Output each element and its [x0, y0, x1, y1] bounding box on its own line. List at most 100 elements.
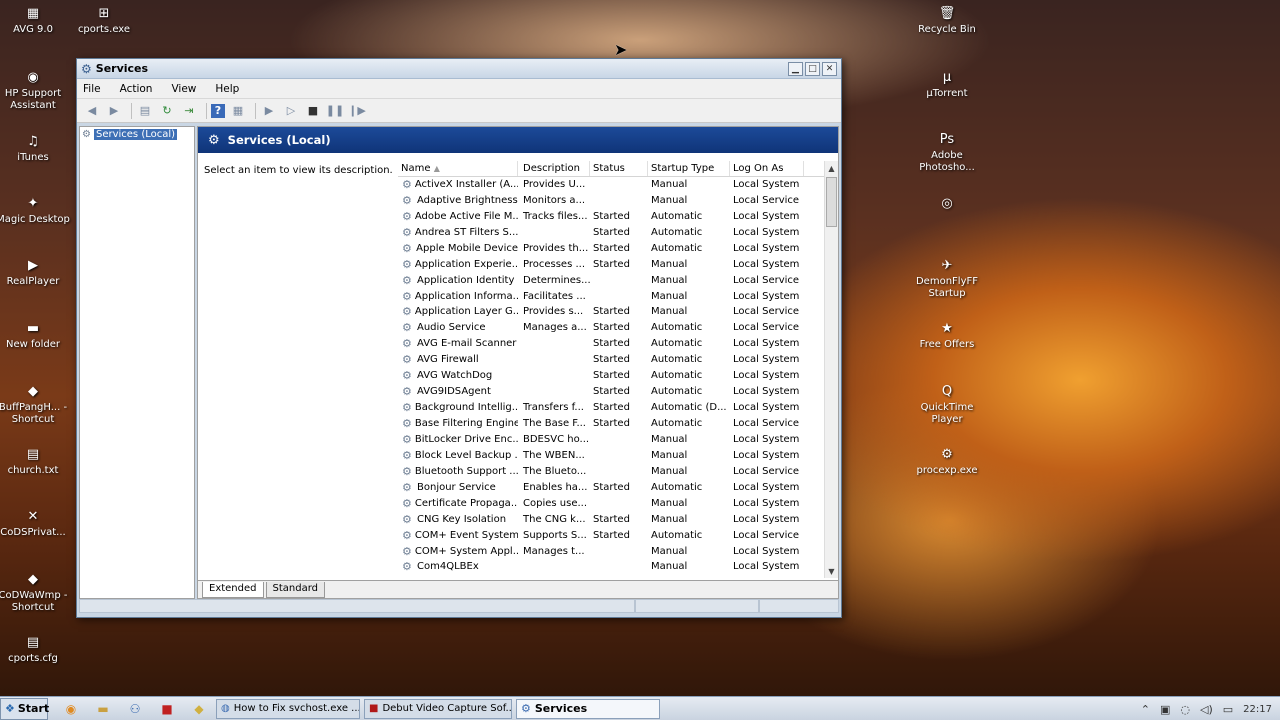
desktop-icon[interactable]: ◉ HP Support Assistant: [0, 70, 70, 112]
table-row[interactable]: ⚙ Certificate Propaga... Copies use... Manu…: [398, 496, 838, 512]
table-row[interactable]: ⚙ AVG E-mail Scanner Started Automatic Local…: [398, 336, 838, 352]
desktop-icon[interactable]: ✦ Magic Desktop: [0, 196, 70, 226]
table-row[interactable]: ⚙ Bonjour Service Enables ha... Started Auto…: [398, 480, 838, 496]
desktop-icon[interactable]: ★ Free Offers: [910, 321, 984, 351]
table-row[interactable]: ⚙ ActiveX Installer (A... Provides U... Man…: [398, 177, 838, 193]
desktop-icon[interactable]: ◎: [910, 196, 984, 214]
itunes-icon: ♫: [27, 134, 39, 149]
table-row[interactable]: ⚙ CNG Key Isolation The CNG k... Started Man…: [398, 512, 838, 528]
help-icon[interactable]: ?: [211, 103, 225, 118]
desktop-icon[interactable]: ⊞ cports.exe: [67, 6, 141, 36]
desktop-icon[interactable]: ✈ DemonFlyFF Startup: [910, 258, 984, 300]
desktop-icon[interactable]: µ µTorrent: [910, 70, 984, 100]
quicklaunch-media-icon[interactable]: ◉: [62, 700, 80, 718]
menu-action[interactable]: Action: [120, 83, 153, 95]
taskbar-button[interactable]: ■ Debut Video Capture Sof...: [364, 698, 512, 719]
quicklaunch-record-icon[interactable]: ■: [158, 700, 176, 718]
quicklaunch-app-icon[interactable]: ◆: [190, 700, 208, 718]
quicklaunch-folder-icon[interactable]: ▬: [94, 700, 112, 718]
table-row[interactable]: ⚙ Application Informa... Facilitates ... Ma…: [398, 289, 838, 305]
desktop-icon[interactable]: ▬ New folder: [0, 321, 70, 351]
cell-log-on-as: Local System: [733, 370, 800, 382]
desktop-icon[interactable]: ▶ RealPlayer: [0, 258, 70, 288]
resume-service-icon[interactable]: ▷: [282, 103, 300, 119]
close-button[interactable]: ✕: [822, 61, 837, 76]
table-row[interactable]: ⚙ Application Identity Determines... Manual…: [398, 273, 838, 289]
desktop-icon[interactable]: Q QuickTime Player: [910, 384, 984, 426]
volume-icon[interactable]: ◁): [1200, 703, 1213, 716]
desktop-icon[interactable]: ▤ church.txt: [0, 447, 70, 477]
title-bar[interactable]: ⚙ Services ▁ □ ✕: [77, 59, 841, 79]
power-icon[interactable]: ▭: [1223, 703, 1233, 716]
minimize-button[interactable]: ▁: [788, 61, 803, 76]
cell-status: Started: [593, 210, 630, 222]
table-row[interactable]: ⚙ BitLocker Drive Enc... BDESVC ho... Manua…: [398, 432, 838, 448]
menu-file[interactable]: File: [83, 83, 101, 95]
stop-service-icon[interactable]: ■: [304, 103, 322, 119]
export-list-icon[interactable]: ⇥: [180, 103, 198, 119]
taskbar-button[interactable]: ◍ How to Fix svchost.exe ...: [216, 698, 360, 719]
back-icon[interactable]: ◀: [83, 103, 101, 119]
cell-startup-type: Manual: [651, 178, 688, 190]
column-header-name[interactable]: Name ▲: [398, 161, 518, 176]
service-name: Com4QLBEx: [417, 561, 479, 573]
tab-extended[interactable]: Extended: [202, 582, 264, 598]
table-row[interactable]: ⚙ Audio Service Manages a... Started Automat…: [398, 320, 838, 336]
table-row[interactable]: ⚙ Background Intellig... Transfers f... Sta…: [398, 400, 838, 416]
network-icon[interactable]: ▣: [1160, 703, 1170, 716]
show-hide-tree-icon[interactable]: ▤: [136, 103, 154, 119]
table-row[interactable]: ⚙ Adaptive Brightness Monitors a... Manual L…: [398, 193, 838, 209]
tree-item-services-local[interactable]: ⚙ Services (Local): [82, 129, 192, 140]
clock[interactable]: 22:17: [1243, 704, 1272, 715]
table-row[interactable]: ⚙ Application Layer G... Provides s... Star…: [398, 305, 838, 321]
wifi-icon[interactable]: ◌: [1180, 703, 1190, 716]
column-header-log-on-as[interactable]: Log On As: [730, 161, 804, 176]
desktop-icon[interactable]: 🗑 Recycle Bin: [910, 6, 984, 36]
start-service-icon[interactable]: ▶: [260, 103, 278, 119]
table-row[interactable]: ⚙ Adobe Active File M... Tracks files... St…: [398, 209, 838, 225]
column-header-status[interactable]: Status: [590, 161, 648, 176]
quicklaunch-users-icon[interactable]: ⚇: [126, 700, 144, 718]
table-row[interactable]: ⚙ Com4QLBEx Manual Local System: [398, 560, 838, 576]
table-row[interactable]: ⚙ COM+ System Appl... Manages t... Manual Lo…: [398, 544, 838, 560]
column-header-description[interactable]: Description: [518, 161, 590, 176]
tab-standard[interactable]: Standard: [265, 582, 325, 598]
scroll-up-icon[interactable]: ▲: [825, 161, 838, 175]
desktop-icon[interactable]: ✕ CoDSPrivat...: [0, 509, 70, 539]
desktop-icon[interactable]: ♫ iTunes: [0, 134, 70, 164]
menu-view[interactable]: View: [171, 83, 196, 95]
maximize-button[interactable]: □: [805, 61, 820, 76]
table-row[interactable]: ⚙ AVG Firewall Started Automatic Local Syste…: [398, 352, 838, 368]
forward-icon[interactable]: ▶: [105, 103, 123, 119]
pause-service-icon[interactable]: ❚❚: [326, 103, 344, 119]
restart-service-icon[interactable]: ❙▶: [348, 103, 366, 119]
table-row[interactable]: ⚙ Block Level Backup ... The WBEN... Manual…: [398, 448, 838, 464]
column-header-startup-type[interactable]: Startup Type: [648, 161, 730, 176]
table-row[interactable]: ⚙ Base Filtering Engine The Base F... Start…: [398, 416, 838, 432]
desktop-icon[interactable]: ⚙ procexp.exe: [910, 447, 984, 477]
table-row[interactable]: ⚙ Apple Mobile Device Provides th... Starte…: [398, 241, 838, 257]
service-name: AVG E-mail Scanner: [417, 338, 517, 350]
table-row[interactable]: ⚙ Bluetooth Support ... The Blueto... Manua…: [398, 464, 838, 480]
table-row[interactable]: ⚙ AVG WatchDog Started Automatic Local Syste…: [398, 368, 838, 384]
scrollbar-thumb[interactable]: [826, 177, 837, 227]
cell-status: Started: [593, 306, 630, 318]
desktop-icon[interactable]: ◆ BuffPangH... - Shortcut: [0, 384, 70, 426]
vertical-scrollbar[interactable]: ▲ ▼: [824, 161, 838, 578]
desktop-icon[interactable]: ▤ cports.cfg: [0, 635, 70, 665]
menu-help[interactable]: Help: [215, 83, 239, 95]
table-row[interactable]: ⚙ COM+ Event System Supports S... Started Au…: [398, 528, 838, 544]
start-button[interactable]: ❖ Start: [0, 697, 49, 720]
desktop-icon[interactable]: ▦ AVG 9.0: [0, 6, 70, 36]
desktop-icon[interactable]: Ps Adobe Photosho...: [910, 132, 984, 174]
table-row[interactable]: ⚙ AVG9IDSAgent Started Automatic Local Syste…: [398, 384, 838, 400]
table-row[interactable]: ⚙ Andrea ST Filters S... Started Automatic L…: [398, 225, 838, 241]
cell-log-on-as: Local Service: [733, 418, 800, 430]
properties-icon[interactable]: ▦: [229, 103, 247, 119]
table-row[interactable]: ⚙ Application Experie... Processes ... Star…: [398, 257, 838, 273]
show-hidden-icons-icon[interactable]: ⌃: [1141, 703, 1150, 716]
scroll-down-icon[interactable]: ▼: [825, 564, 838, 578]
taskbar-button[interactable]: ⚙ Services: [516, 698, 660, 719]
refresh-icon[interactable]: ↻: [158, 103, 176, 119]
desktop-icon[interactable]: ◆ CoDWaWmp - Shortcut: [0, 572, 70, 614]
